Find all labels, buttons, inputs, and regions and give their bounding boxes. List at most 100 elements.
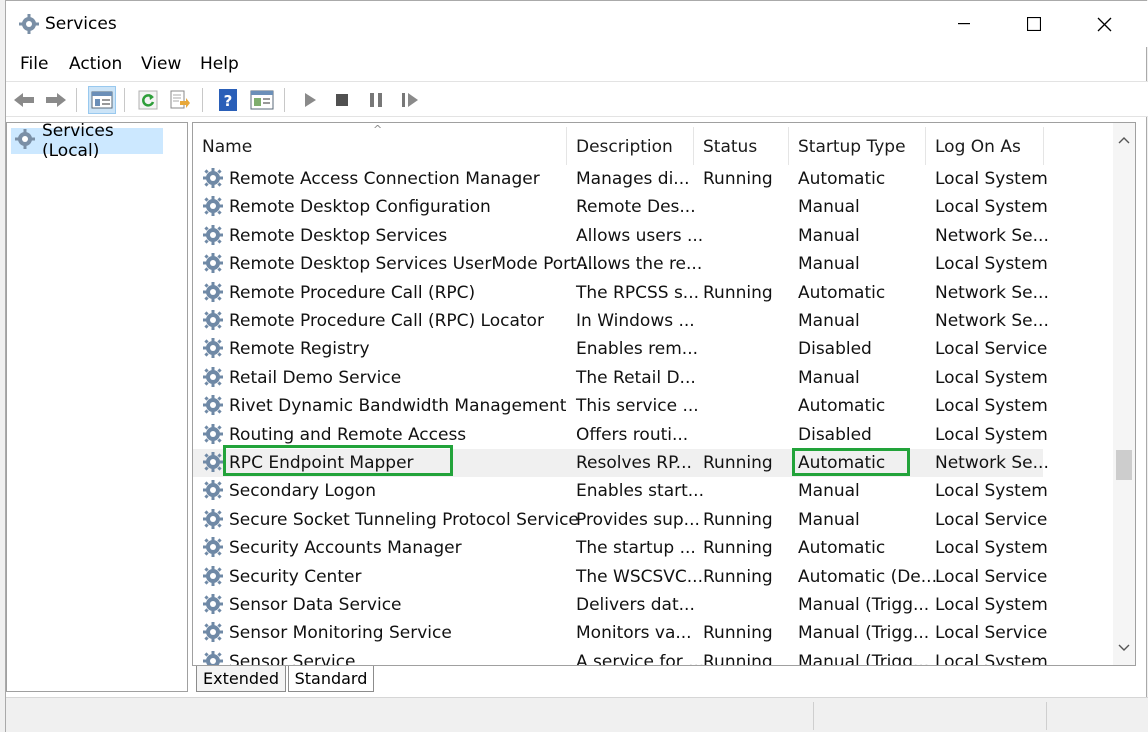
tab-extended[interactable]: Extended xyxy=(196,666,286,692)
service-gear-icon xyxy=(202,167,224,193)
service-log-on-as: Local System xyxy=(935,538,1048,559)
menu-file[interactable]: File xyxy=(20,54,48,74)
column-header-description[interactable]: Description xyxy=(576,137,673,157)
service-name: Retail Demo Service xyxy=(229,367,402,388)
service-startup-type: Manual xyxy=(798,225,860,246)
service-name: Security Accounts Manager xyxy=(229,538,462,559)
start-service-icon[interactable] xyxy=(296,86,324,114)
maximize-button[interactable] xyxy=(999,1,1069,47)
service-startup-type: Manual xyxy=(798,254,860,275)
column-header-startup-type[interactable]: Startup Type xyxy=(798,137,906,157)
forward-arrow-icon[interactable] xyxy=(42,86,70,114)
column-divider[interactable] xyxy=(925,127,926,165)
vertical-scrollbar[interactable] xyxy=(1113,123,1135,665)
view-tabs: Extended Standard xyxy=(192,666,592,693)
service-description: This service ... xyxy=(576,396,699,417)
table-row[interactable]: Remote Desktop Services UserMode Port ..… xyxy=(193,250,1048,278)
table-row[interactable]: Secondary Logon Enables start... Manual Loc… xyxy=(193,477,1048,505)
toolbar-separator xyxy=(202,88,203,112)
column-header-status[interactable]: Status xyxy=(703,137,757,157)
service-startup-type: Disabled xyxy=(798,424,872,445)
tree-item-services-local[interactable]: Services (Local) xyxy=(11,121,163,161)
service-gear-icon xyxy=(202,394,224,420)
service-startup-type: Automatic xyxy=(798,538,886,559)
table-row[interactable]: Rivet Dynamic Bandwidth Management This s… xyxy=(193,392,1048,420)
scroll-up-icon[interactable] xyxy=(1113,129,1135,151)
scrollbar-thumb[interactable] xyxy=(1116,450,1132,480)
column-divider[interactable] xyxy=(1043,127,1044,165)
toolbar-separator xyxy=(124,88,125,112)
service-gear-icon xyxy=(202,451,224,477)
menu-help[interactable]: Help xyxy=(200,54,239,74)
back-arrow-icon[interactable] xyxy=(10,86,38,114)
service-name: Remote Desktop Services xyxy=(229,225,448,246)
service-startup-type: Manual xyxy=(798,481,860,502)
service-gear-icon xyxy=(202,593,224,619)
service-gear-icon xyxy=(202,479,224,505)
table-row[interactable]: Sensor Monitoring Service Monitors va... R… xyxy=(193,619,1047,647)
service-log-on-as: Local System xyxy=(935,651,1048,666)
service-description: The startup ... xyxy=(576,538,696,559)
service-status: Running xyxy=(703,282,773,303)
column-header-log-on-as[interactable]: Log On As xyxy=(935,137,1021,157)
table-row[interactable]: Remote Desktop Configuration Remote Des..… xyxy=(193,193,1048,221)
service-log-on-as: Network Se... xyxy=(935,311,1049,331)
service-startup-type: Disabled xyxy=(798,339,872,360)
service-status: Running xyxy=(703,566,773,587)
service-status: Running xyxy=(703,651,773,666)
properties-pane-icon[interactable] xyxy=(248,86,276,114)
toolbar-separator xyxy=(284,88,285,112)
service-startup-type: Manual xyxy=(798,509,860,530)
table-row[interactable]: Remote Registry Enables rem... Disabled Loc… xyxy=(193,335,1047,363)
menu-action[interactable]: Action xyxy=(69,54,122,74)
table-row[interactable]: Remote Desktop Services Allows users ... M… xyxy=(193,222,1049,250)
sort-ascending-icon: ^ xyxy=(373,123,383,136)
export-list-icon[interactable] xyxy=(166,86,194,114)
table-row[interactable]: Sensor Service A service for ... Running Ma… xyxy=(193,648,1048,666)
service-log-on-as: Local Service xyxy=(935,566,1048,587)
title-bar[interactable]: Services xyxy=(6,1,1148,47)
tab-standard[interactable]: Standard xyxy=(288,666,374,692)
table-row[interactable]: Remote Procedure Call (RPC) Locator In Wi… xyxy=(193,307,1049,335)
service-description: Remote Des... xyxy=(576,197,696,218)
minimize-button[interactable] xyxy=(929,1,999,47)
column-divider[interactable] xyxy=(566,127,567,165)
close-button[interactable] xyxy=(1069,1,1139,47)
table-row[interactable]: Secure Socket Tunneling Protocol Service… xyxy=(193,506,1047,534)
table-row[interactable]: Remote Procedure Call (RPC) The RPCSS s..… xyxy=(193,279,1049,307)
service-status: Running xyxy=(703,538,773,559)
service-status: Running xyxy=(703,509,773,530)
table-row[interactable]: Security Accounts Manager The startup ...… xyxy=(193,534,1048,562)
status-divider xyxy=(813,702,814,730)
help-icon[interactable]: ? xyxy=(214,86,242,114)
menu-view[interactable]: View xyxy=(141,54,181,74)
stop-service-icon[interactable] xyxy=(328,86,356,114)
column-header-name[interactable]: Name xyxy=(202,137,252,157)
toolbar-separator xyxy=(76,88,77,112)
scroll-down-icon[interactable] xyxy=(1113,637,1135,659)
table-row[interactable]: Sensor Data Service Delivers dat... Manual… xyxy=(193,591,1048,619)
service-log-on-as: Local Service xyxy=(935,509,1048,530)
show-hide-console-tree-icon[interactable] xyxy=(88,86,116,114)
service-startup-type: Manual xyxy=(798,367,860,388)
column-divider[interactable] xyxy=(693,127,694,165)
service-startup-type: Automatic xyxy=(798,396,886,417)
service-description: Resolves RP... xyxy=(576,453,692,473)
service-description: In Windows ... xyxy=(576,311,695,331)
refresh-icon[interactable] xyxy=(134,86,162,114)
service-description: The WSCSVC... xyxy=(576,566,703,587)
service-log-on-as: Local System xyxy=(935,481,1048,502)
service-name: Sensor Service xyxy=(229,651,356,666)
table-row[interactable]: Remote Access Connection Manager Manages … xyxy=(193,165,1048,193)
pause-service-icon[interactable] xyxy=(362,86,390,114)
service-description: Manages di... xyxy=(576,169,690,189)
resume-service-icon[interactable] xyxy=(396,86,424,114)
service-startup-type: Manual xyxy=(798,311,860,331)
service-name: Remote Access Connection Manager xyxy=(229,169,540,189)
service-description: Allows the re... xyxy=(576,254,703,275)
service-name: Remote Desktop Configuration xyxy=(229,197,491,218)
column-divider[interactable] xyxy=(788,127,789,165)
table-row[interactable]: Retail Demo Service The Retail D... Manual… xyxy=(193,364,1048,392)
service-name: Sensor Data Service xyxy=(229,595,402,615)
table-row[interactable]: Security Center The WSCSVC... Running Autom… xyxy=(193,563,1047,591)
